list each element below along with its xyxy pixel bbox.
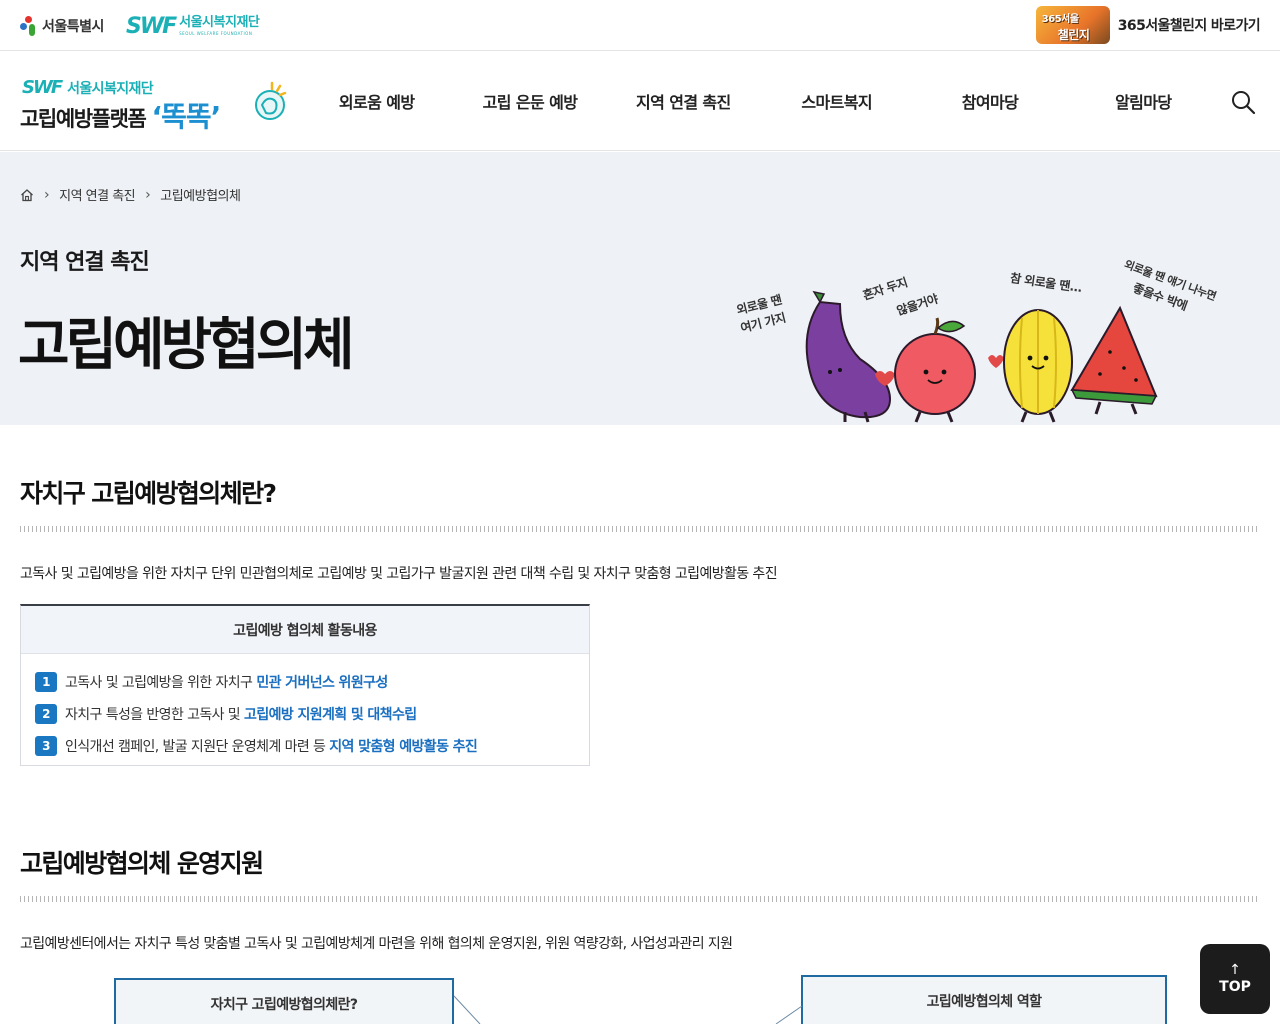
- activity-box-title: 고립예방 협의체 활동내용: [21, 606, 589, 654]
- nav-participation[interactable]: 참여마당: [913, 51, 1066, 151]
- diagram-box-council: 자치구 고립예방협의체란?: [114, 978, 454, 1024]
- number-badge: 2: [35, 704, 57, 724]
- section-label: 지역 연결 촉진: [20, 250, 150, 275]
- main-header: SWF 서울시복지재단 고립예방플랫폼 ‘똑똑’ 외로움 예방 고립 은둔 예방…: [0, 51, 1280, 151]
- dotted-divider: [20, 526, 1260, 532]
- activity-list: 1 고독사 및 고립예방을 위한 자치구 민관 거버넌스 위원구성 2 자치구 …: [21, 654, 589, 762]
- diagram-connector-lines: [453, 995, 803, 1024]
- nav-community-connection[interactable]: 지역 연결 촉진: [607, 51, 760, 151]
- section-heading-council: 자치구 고립예방협의체란?: [20, 479, 277, 508]
- section-description: 고독사 및 고립예방을 위한 자치구 단위 민관협의체로 고립예방 및 고립가구…: [20, 566, 778, 582]
- scroll-top-button[interactable]: ↑ TOP: [1200, 944, 1270, 1014]
- sub-visual: › 지역 연결 촉진 › 고립예방협의체 지역 연결 촉진 고립예방협의체 외로…: [0, 152, 1280, 425]
- seoul-logo-icon: [20, 16, 38, 36]
- breadcrumb-item[interactable]: 지역 연결 촉진: [59, 185, 136, 204]
- number-badge: 1: [35, 672, 57, 692]
- top-button-label: TOP: [1219, 979, 1251, 995]
- foundation-logo[interactable]: SWF 서울시복지재단 SEOUL WELFARE FOUNDATION: [126, 12, 260, 40]
- nav-notice[interactable]: 알림마당: [1067, 51, 1220, 151]
- arrow-up-icon: ↑: [1229, 962, 1241, 978]
- section-description: 고립예방센터에서는 자치구 특성 맞춤별 고독사 및 고립예방체계 마련을 위해…: [20, 936, 733, 952]
- seoul-city-logo[interactable]: 서울특별시: [20, 14, 104, 38]
- challenge-badge-line2: 챌린지: [1057, 28, 1090, 42]
- global-nav: 외로움 예방 고립 은둔 예방 지역 연결 촉진 스마트복지 참여마당 알림마당: [300, 51, 1220, 151]
- fruit-characters-image: [805, 290, 1158, 423]
- challenge-badge-image: 365서울 챌린지: [1035, 6, 1110, 44]
- page-title: 고립예방협의체: [18, 313, 355, 378]
- home-icon[interactable]: [20, 188, 34, 202]
- nav-smart-welfare[interactable]: 스마트복지: [760, 51, 913, 151]
- list-item-text: 자치구 특성을 반영한 고독사 및: [65, 707, 241, 723]
- diagram-box-role: 고립예방협의체 역할: [801, 975, 1167, 1024]
- list-item-text: 고독사 및 고립예방을 위한 자치구: [65, 675, 253, 691]
- dotted-divider: [20, 896, 1260, 902]
- section-heading-support: 고립예방협의체 운영지원: [20, 849, 264, 878]
- breadcrumb: › 지역 연결 촉진 › 고립예방협의체: [20, 185, 241, 204]
- challenge-link-label: 365서울챌린지 바로가기: [1117, 18, 1261, 34]
- list-item-highlight: 지역 맞춤형 예방활동 추진: [329, 739, 478, 755]
- platform-logo[interactable]: SWF 서울시복지재단 고립예방플랫폼 ‘똑똑’: [20, 75, 290, 133]
- challenge-badge-line1: 365서울: [1041, 14, 1079, 25]
- activity-box: 고립예방 협의체 활동내용 1 고독사 및 고립예방을 위한 자치구 민관 거버…: [20, 604, 590, 766]
- list-item-highlight: 고립예방 지원계획 및 대책수립: [244, 707, 417, 723]
- seoul-logo-text: 서울특별시: [42, 19, 104, 35]
- brand-highlight: ‘똑똑’: [151, 100, 221, 133]
- foundation-logo-text: 서울시복지재단: [179, 15, 260, 30]
- character-illustration: 외로울 땐 여기 가지 혼자 두지 않을거야 참 외로울 땐... 외로울 땐 …: [720, 258, 1260, 425]
- knock-hand-icon: [255, 81, 287, 120]
- utility-bar: 서울특별시 SWF 서울시복지재단 SEOUL WELFARE FOUNDATI…: [0, 0, 1280, 51]
- brand-name: 고립예방플랫폼: [20, 107, 147, 131]
- nav-isolation-prevention[interactable]: 고립 은둔 예방: [453, 51, 606, 151]
- challenge-link[interactable]: 365서울 챌린지 365서울챌린지 바로가기: [1035, 6, 1261, 44]
- list-item-text: 인식개선 캠페인, 발굴 지원단 운영체계 마련 등: [65, 739, 326, 755]
- swf-logo-mark: SWF: [126, 13, 177, 39]
- list-item-highlight: 민관 거버넌스 위원구성: [256, 675, 388, 691]
- list-item: 3 인식개선 캠페인, 발굴 지원단 운영체계 마련 등 지역 맞춤형 예방활동…: [35, 730, 589, 762]
- chevron-right-icon: ›: [44, 186, 50, 203]
- number-badge: 3: [35, 736, 57, 756]
- list-item: 1 고독사 및 고립예방을 위한 자치구 민관 거버넌스 위원구성: [35, 666, 589, 698]
- nav-loneliness-prevention[interactable]: 외로움 예방: [300, 51, 453, 151]
- foundation-logo-en: SEOUL WELFARE FOUNDATION: [179, 31, 253, 36]
- chevron-right-icon: ›: [145, 186, 151, 203]
- search-icon[interactable]: [1230, 89, 1256, 115]
- list-item: 2 자치구 특성을 반영한 고독사 및 고립예방 지원계획 및 대책수립: [35, 698, 589, 730]
- breadcrumb-current[interactable]: 고립예방협의체: [160, 185, 241, 204]
